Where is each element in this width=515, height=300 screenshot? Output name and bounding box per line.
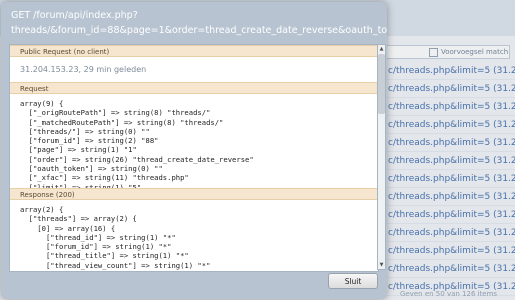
response-header: Response (200) — [10, 188, 378, 200]
scrollbar-thumb[interactable] — [378, 54, 385, 114]
request-ip-time: 31.204.153.23, 29 min geleden — [20, 65, 147, 74]
dialog-footer: Sluit — [9, 272, 387, 299]
close-button[interactable]: Sluit — [328, 273, 378, 289]
dialog-title-line1: GET /forum/api/index.php? — [11, 10, 138, 21]
response-body-dump: array(2) { ["threads"] => array(2) { [0]… — [20, 205, 211, 271]
dialog-scrollbar[interactable]: ▲ ▼ — [377, 44, 386, 270]
dialog-body[interactable]: Public Request (no client) 31.204.153.23… — [9, 44, 379, 272]
request-log-dialog: GET /forum/api/index.php? threads/&forum… — [1, 2, 387, 299]
scroll-down-arrow-icon[interactable]: ▼ — [378, 261, 385, 269]
dialog-title: GET /forum/api/index.php? threads/&forum… — [5, 5, 387, 43]
scroll-up-arrow-icon[interactable]: ▲ — [378, 45, 385, 53]
dialog-title-line2: threads/&forum_id=88&page=1&order=thread… — [11, 25, 387, 36]
request-header: Request — [10, 82, 378, 94]
request-params-dump: array(9) { ["_origRoutePath"] => string(… — [20, 99, 254, 201]
public-request-header: Public Request (no client) — [10, 45, 378, 57]
